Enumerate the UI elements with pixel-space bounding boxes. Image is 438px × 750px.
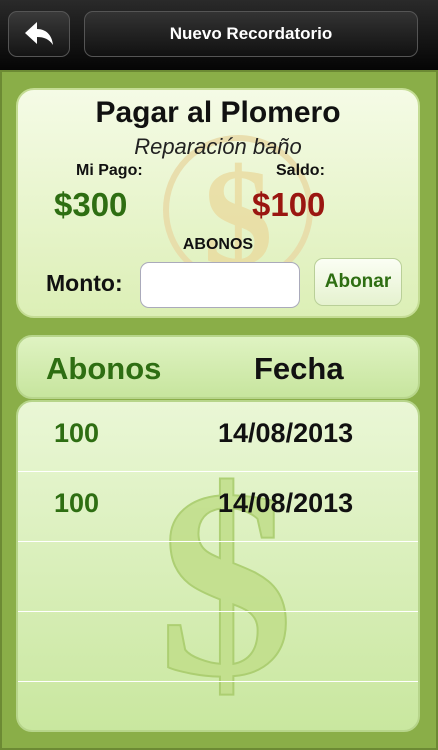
header-abonos: Abonos (46, 351, 162, 386)
title-bar: Nuevo Recordatorio (84, 11, 418, 57)
amount-label: Monto: (46, 270, 123, 296)
table-row[interactable]: 100 14/08/2013 (18, 472, 418, 542)
payments-list[interactable]: $ 100 14/08/2013 100 14/08/2013 (16, 400, 420, 732)
table-header: Abonos Fecha (16, 335, 420, 399)
row-date: 14/08/2013 (218, 418, 354, 448)
my-payment-value: $300 (54, 186, 128, 223)
header-fecha: Fecha (254, 351, 344, 386)
row-amount: 100 (54, 488, 100, 518)
balance-label: Saldo: (276, 162, 325, 179)
navigation-bar: Nuevo Recordatorio (0, 0, 438, 70)
table-row[interactable] (18, 542, 418, 612)
back-arrow-icon (25, 22, 53, 45)
amount-input[interactable] (140, 262, 300, 308)
pay-button[interactable]: Abonar (314, 258, 402, 306)
reminder-subtitle: Reparación baño (134, 134, 302, 159)
my-payment-label: Mi Pago: (76, 162, 143, 179)
balance-value: $100 (252, 186, 326, 223)
row-amount: 100 (54, 418, 100, 448)
table-row[interactable] (18, 612, 418, 682)
back-button[interactable] (8, 11, 70, 57)
reminder-card: $ Pagar al Plomero Reparación baño Mi Pa… (16, 88, 420, 318)
reminder-title: Pagar al Plomero (95, 96, 341, 129)
section-label: ABONOS (182, 236, 254, 253)
row-date: 14/08/2013 (218, 488, 354, 518)
table-row[interactable]: 100 14/08/2013 (18, 402, 418, 472)
